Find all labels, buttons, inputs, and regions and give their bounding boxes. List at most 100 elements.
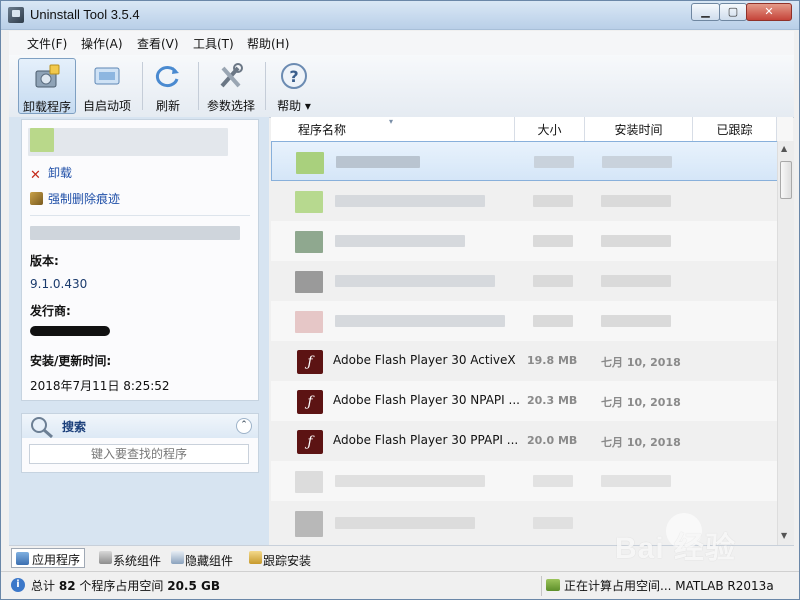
- status-bar: i 总计 82 个程序占用空间 20.5 GB 正在计算占用空间... MATL…: [1, 571, 799, 599]
- date-obscured: [601, 475, 671, 487]
- program-size: 20.0 MB: [527, 434, 578, 447]
- close-button[interactable]: ✕: [746, 3, 792, 21]
- menu-tools[interactable]: 工具(T): [193, 35, 234, 52]
- version-label: 版本:: [30, 254, 59, 268]
- sort-arrow-icon: ▾: [389, 117, 394, 126]
- program-name: Adobe Flash Player 30 NPAPI ...: [333, 393, 520, 407]
- status-progress-text: 正在计算占用空间... MATLAB R2013a: [564, 579, 774, 593]
- size-obscured: [534, 156, 574, 168]
- table-row[interactable]: [271, 461, 779, 501]
- app-icon: [8, 7, 24, 23]
- help-icon: ?: [281, 63, 307, 89]
- search-input[interactable]: [29, 444, 249, 464]
- applications-icon: [16, 552, 29, 565]
- tab-hidden-components[interactable]: 隐藏组件: [167, 548, 233, 572]
- track-installs-icon: [249, 551, 262, 564]
- table-row-selected[interactable]: [271, 141, 779, 181]
- table-row[interactable]: [271, 301, 779, 341]
- toolbar-separator: [142, 62, 143, 110]
- table-row[interactable]: [271, 221, 779, 261]
- flash-player-icon: ƒ: [297, 430, 323, 454]
- menu-action[interactable]: 操作(A): [81, 35, 123, 52]
- menu-file[interactable]: 文件(F): [27, 35, 67, 52]
- column-tracked[interactable]: 已跟踪: [693, 117, 777, 141]
- watermark: Bai 经验: [615, 532, 737, 565]
- status-progress: 正在计算占用空间... MATLAB R2013a: [541, 576, 794, 596]
- install-time-value: 2018年7月11日 8:25:52: [30, 379, 170, 393]
- status-summary: 总计 82 个程序占用空间 20.5 GB: [31, 579, 220, 593]
- version-value: 9.1.0.430: [30, 277, 88, 291]
- size-obscured: [533, 315, 573, 327]
- program-name-obscured: [335, 517, 475, 529]
- settings-icon: [220, 63, 243, 88]
- uninstall-programs-button[interactable]: 卸载程序: [18, 58, 76, 114]
- tab-applications[interactable]: 应用程序: [11, 548, 86, 568]
- uninstall-link[interactable]: ✕ 卸载: [30, 164, 72, 182]
- help-button[interactable]: ? 帮助 ▾: [271, 58, 317, 114]
- svg-text:?: ?: [289, 67, 298, 86]
- program-icon-obscured: [295, 191, 323, 213]
- program-install-date: 七月 10, 2018: [601, 396, 681, 409]
- column-install-time[interactable]: 安装时间: [585, 117, 693, 141]
- program-name-obscured: [335, 275, 495, 287]
- refresh-button[interactable]: 刷新: [147, 58, 189, 114]
- broom-icon: [30, 192, 43, 205]
- toolbar-separator: [198, 62, 199, 110]
- vertical-scrollbar[interactable]: ▲ ▼: [777, 141, 794, 545]
- menu-view[interactable]: 查看(V): [137, 35, 179, 52]
- table-row[interactable]: ƒ Adobe Flash Player 30 ActiveX 19.8 MB …: [271, 341, 779, 381]
- program-icon-obscured: [30, 128, 54, 152]
- table-row[interactable]: [271, 181, 779, 221]
- autorun-button[interactable]: 自启动项: [79, 58, 135, 114]
- table-row[interactable]: ƒ Adobe Flash Player 30 NPAPI ... 20.3 M…: [271, 381, 779, 421]
- size-obscured: [533, 195, 573, 207]
- install-time-label: 安装/更新时间:: [30, 354, 112, 368]
- minimize-button[interactable]: ▁: [691, 3, 720, 21]
- program-name-obscured: [336, 156, 420, 168]
- uninstall-x-icon: ✕: [30, 168, 41, 183]
- program-name: Adobe Flash Player 30 PPAPI ...: [333, 433, 519, 447]
- preferences-button[interactable]: 参数选择: [202, 58, 260, 114]
- table-row[interactable]: [271, 261, 779, 301]
- size-obscured: [533, 275, 573, 287]
- info-icon: i: [11, 578, 25, 592]
- scrollbar-thumb[interactable]: [780, 161, 792, 199]
- column-size[interactable]: 大小: [515, 117, 585, 141]
- program-name-obscured: [335, 475, 485, 487]
- menu-help[interactable]: 帮助(H): [247, 35, 289, 52]
- program-icon-obscured: [295, 231, 323, 253]
- calculating-icon: [546, 579, 560, 591]
- size-obscured: [533, 235, 573, 247]
- scroll-down-arrow-icon[interactable]: ▼: [781, 531, 787, 540]
- program-name-obscured: [335, 235, 465, 247]
- program-name-obscured: [28, 128, 228, 156]
- flash-player-icon: ƒ: [297, 390, 323, 414]
- size-obscured: [533, 517, 573, 529]
- toolbar-label: 自启动项: [82, 99, 131, 113]
- collapse-search-button[interactable]: ⌃: [236, 418, 252, 434]
- program-list: 程序名称 ▾ 大小 安装时间 已跟踪 ƒ Adobe Flash Player …: [271, 117, 794, 545]
- program-icon-obscured: [296, 152, 324, 174]
- program-size: 20.3 MB: [527, 394, 578, 407]
- toolbar-label: 参数选择: [206, 99, 255, 113]
- publisher-label: 发行商:: [30, 304, 71, 318]
- title-bar[interactable]: Uninstall Tool 3.5.4 ▁ ▢ ✕: [1, 1, 799, 30]
- tab-track-installs[interactable]: 跟踪安装: [245, 548, 311, 572]
- toolbar-label: 刷新: [155, 99, 180, 113]
- search-title: 搜索: [62, 420, 87, 434]
- uninstall-icon: [35, 64, 60, 88]
- refresh-icon: [155, 66, 179, 88]
- date-obscured: [601, 235, 671, 247]
- toolbar-label: 卸载程序: [22, 100, 71, 114]
- force-remove-link[interactable]: 强制删除痕迹: [30, 190, 120, 207]
- magnifier-icon: [31, 417, 53, 439]
- program-icon-obscured: [295, 311, 323, 333]
- toolbar-label: 帮助 ▾: [277, 99, 311, 113]
- maximize-button[interactable]: ▢: [719, 3, 747, 21]
- menu-bar: 文件(F) 操作(A) 查看(V) 工具(T) 帮助(H): [9, 31, 794, 55]
- date-obscured: [602, 156, 672, 168]
- tab-system-components[interactable]: 系统组件: [95, 548, 161, 572]
- scroll-up-arrow-icon[interactable]: ▲: [781, 144, 787, 153]
- table-row[interactable]: ƒ Adobe Flash Player 30 PPAPI ... 20.0 M…: [271, 421, 779, 461]
- column-program-name[interactable]: 程序名称 ▾: [271, 117, 515, 141]
